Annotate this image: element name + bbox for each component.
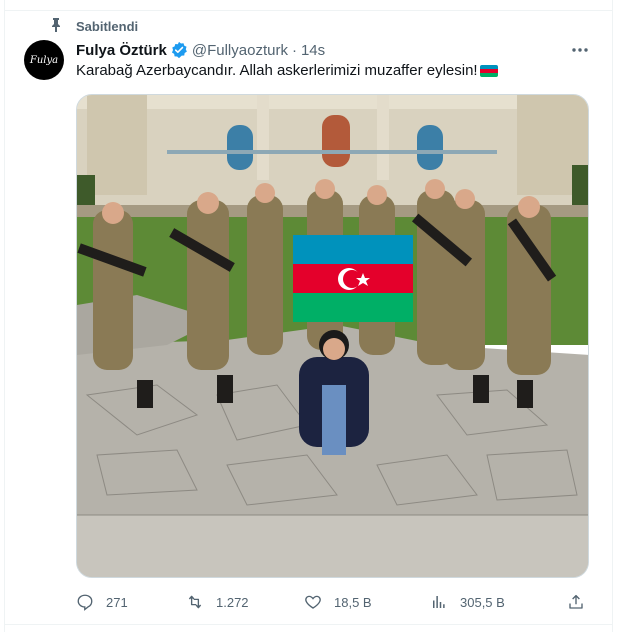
avatar-text: Fulya (29, 54, 59, 66)
reply-icon (77, 594, 93, 611)
timeline-right-border (612, 0, 613, 632)
views-button[interactable]: 305,5 B (430, 592, 505, 612)
reply-count: 271 (106, 594, 128, 610)
repost-button[interactable]: 1.272 (186, 592, 249, 612)
tweet-text-row: Karabağ Azerbaycandır. Allah askerlerimi… (76, 62, 498, 79)
header-separator: · (291, 41, 297, 59)
pinned-label: Sabitlendi (76, 19, 139, 34)
avatar[interactable]: Fulya (24, 40, 64, 80)
author-name[interactable]: Fulya Öztürk (76, 42, 167, 59)
photo-illustration (77, 95, 588, 577)
tweet-photo[interactable] (76, 94, 589, 578)
heart-icon (305, 595, 321, 609)
view-count: 305,5 B (460, 594, 505, 610)
timeline-bottom-divider (4, 624, 613, 625)
share-button[interactable] (567, 592, 597, 612)
tweet-time[interactable]: 14s (301, 42, 325, 59)
tweet-text: Karabağ Azerbaycandır. Allah askerlerimi… (76, 62, 478, 79)
repost-count: 1.272 (216, 594, 249, 610)
author-handle[interactable]: @Fullyaozturk (192, 42, 288, 59)
timeline-top-divider (4, 10, 613, 11)
repost-icon (188, 595, 202, 609)
tweet-actions: 271 1.272 18,5 B 305,5 B (76, 592, 589, 612)
timeline-left-border (4, 0, 5, 632)
azerbaijan-flag-icon (479, 64, 498, 77)
reply-button[interactable]: 271 (76, 592, 128, 612)
like-button[interactable]: 18,5 B (304, 592, 372, 612)
like-count: 18,5 B (334, 594, 372, 610)
flag-illustration (293, 235, 413, 322)
tweet-header: Fulya Öztürk @Fullyaozturk · 14s (76, 40, 325, 60)
more-dots-icon (572, 48, 588, 52)
pinned-indicator: Sabitlendi (50, 17, 138, 37)
verified-badge-icon[interactable] (170, 41, 188, 59)
analytics-icon (433, 596, 445, 608)
share-icon (569, 594, 583, 609)
pin-icon (50, 17, 62, 37)
more-options-button[interactable] (570, 40, 590, 60)
